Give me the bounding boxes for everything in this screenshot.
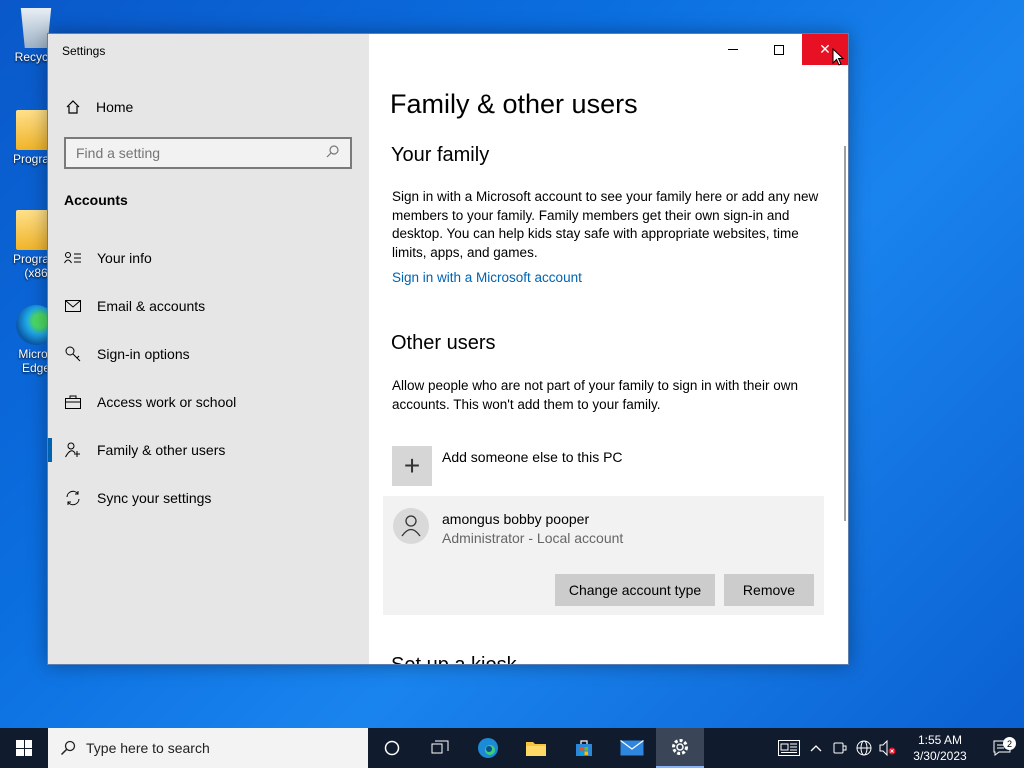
plus-icon: + — [392, 446, 432, 486]
taskbar-store[interactable] — [560, 728, 608, 768]
sidebar: Settings Home Accounts Your info — [48, 34, 369, 664]
notification-count-badge: 2 — [1003, 737, 1016, 750]
clock-date: 3/30/2023 — [913, 749, 967, 763]
volume-muted-icon — [879, 740, 896, 756]
device-icon — [833, 742, 847, 754]
close-icon: ✕ — [819, 41, 831, 57]
maximize-button[interactable] — [756, 34, 802, 65]
search-icon — [60, 740, 76, 756]
sidebar-item-label: Email & accounts — [97, 298, 206, 314]
add-person-icon — [64, 441, 82, 459]
taskbar-edge[interactable] — [464, 728, 512, 768]
sidebar-item-access-work-school[interactable]: Access work or school — [48, 378, 369, 426]
sidebar-item-label: Home — [96, 99, 134, 115]
other-users-text: Allow people who are not part of your fa… — [392, 378, 798, 412]
sidebar-item-label: Your info — [97, 250, 152, 266]
maximize-icon — [774, 44, 784, 55]
volume-button[interactable] — [876, 740, 900, 756]
chevron-up-icon — [810, 745, 822, 752]
add-someone-button[interactable]: + Add someone else to this PC — [392, 446, 623, 486]
sidebar-item-email-accounts[interactable]: Email & accounts — [48, 282, 369, 330]
show-hidden-icons-button[interactable] — [804, 744, 828, 752]
window-controls: ✕ — [710, 34, 848, 65]
search-input[interactable] — [76, 145, 306, 161]
clock-time: 1:55 AM — [917, 733, 963, 747]
folder-icon — [526, 742, 546, 756]
home-icon — [64, 98, 82, 116]
sidebar-nav: Your info Email & accounts Sign-in optio… — [48, 234, 369, 522]
sidebar-item-label: Access work or school — [97, 394, 237, 410]
person-icon — [401, 515, 421, 537]
add-someone-label: Add someone else to this PC — [442, 449, 623, 465]
your-family-text: Sign in with a Microsoft account to see … — [392, 189, 819, 260]
network-button[interactable] — [852, 740, 876, 756]
main-content: ✕ Family & other users Your family Sign … — [369, 34, 848, 664]
other-users-heading: Other users — [391, 332, 496, 354]
edge-icon — [478, 738, 498, 758]
minimize-button[interactable] — [710, 34, 756, 65]
clock[interactable]: 1:55 AM 3/30/2023 — [900, 732, 980, 764]
search-icon — [326, 144, 340, 163]
news-icon — [778, 740, 800, 756]
sidebar-item-sync-settings[interactable]: Sync your settings — [48, 474, 369, 522]
mail-icon — [64, 297, 82, 315]
your-family-heading: Your family — [391, 144, 490, 166]
store-icon — [576, 740, 592, 756]
sidebar-item-your-info[interactable]: Your info — [48, 234, 369, 282]
sidebar-item-label: Sign-in options — [97, 346, 190, 362]
sign-in-microsoft-link[interactable]: Sign in with a Microsoft account — [392, 270, 582, 285]
globe-icon — [856, 740, 872, 756]
kiosk-heading: Set up a kiosk — [391, 654, 517, 664]
person-list-icon — [64, 249, 82, 267]
settings-window: Settings Home Accounts Your info — [47, 33, 849, 665]
user-name: amongus bobby pooper — [442, 511, 590, 527]
taskbar-search-placeholder: Type here to search — [86, 740, 210, 756]
page-title: Family & other users — [390, 89, 638, 119]
avatar — [393, 508, 429, 544]
user-account-card[interactable]: amongus bobby pooper Administrator - Loc… — [383, 496, 824, 615]
task-view-button[interactable] — [416, 728, 464, 768]
system-tray: 1:55 AM 3/30/2023 2 — [774, 728, 1024, 768]
mail-icon — [620, 740, 644, 756]
search-setting-field[interactable] — [64, 137, 352, 169]
remove-button[interactable]: Remove — [724, 574, 814, 606]
taskbar-file-explorer[interactable] — [512, 728, 560, 768]
sidebar-item-sign-in-options[interactable]: Sign-in options — [48, 330, 369, 378]
start-button[interactable] — [0, 728, 48, 768]
taskbar: Type here to search 1:55 AM 3/30/2023 2 — [0, 728, 1024, 768]
taskbar-mail[interactable] — [608, 728, 656, 768]
change-account-type-button[interactable]: Change account type — [555, 574, 715, 606]
cortana-button[interactable] — [368, 728, 416, 768]
gear-icon — [672, 739, 688, 755]
briefcase-icon — [64, 393, 82, 411]
cortana-icon — [384, 740, 400, 756]
sidebar-item-family-other-users[interactable]: Family & other users — [48, 426, 369, 474]
news-widget-button[interactable] — [774, 740, 804, 756]
task-view-icon — [431, 740, 449, 754]
section-label-accounts: Accounts — [64, 192, 128, 208]
user-role: Administrator - Local account — [442, 530, 624, 546]
device-tray-button[interactable] — [828, 741, 852, 755]
windows-logo-icon — [16, 740, 32, 756]
minimize-icon — [728, 49, 738, 50]
sidebar-item-home[interactable]: Home — [64, 98, 133, 116]
taskbar-search-box[interactable]: Type here to search — [48, 728, 368, 768]
sidebar-item-label: Family & other users — [97, 442, 226, 458]
sync-icon — [64, 489, 82, 507]
key-icon — [64, 345, 82, 363]
taskbar-settings[interactable] — [656, 728, 704, 768]
scrollbar[interactable] — [844, 146, 846, 521]
sidebar-item-label: Sync your settings — [97, 490, 212, 506]
notification-center-button[interactable]: 2 — [980, 737, 1024, 756]
mouse-cursor-icon — [832, 48, 844, 66]
window-title: Settings — [62, 44, 106, 58]
